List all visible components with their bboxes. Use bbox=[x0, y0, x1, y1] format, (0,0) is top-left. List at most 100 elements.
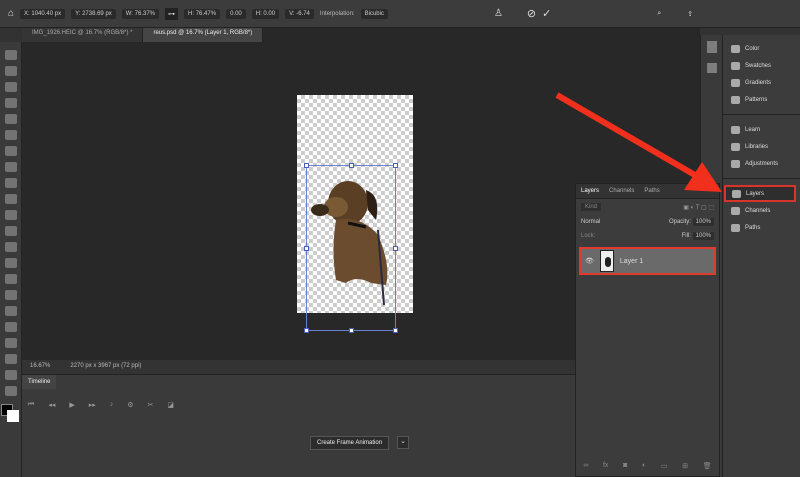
layer-name[interactable]: Layer 1 bbox=[620, 258, 643, 265]
stamp-tool-icon[interactable] bbox=[4, 194, 17, 204]
angle-field[interactable]: 0.00 bbox=[226, 8, 246, 19]
create-frame-animation-button[interactable]: Create Frame Animation bbox=[310, 436, 390, 450]
link-layers-icon[interactable]: ∞ bbox=[583, 462, 588, 470]
group-icon[interactable]: ▭ bbox=[661, 462, 668, 470]
previous-frame-icon[interactable]: ◂◂ bbox=[48, 401, 55, 409]
marquee-tool-icon[interactable] bbox=[4, 66, 17, 76]
opacity-field[interactable]: 100% bbox=[692, 218, 714, 226]
history-icon[interactable] bbox=[706, 63, 717, 73]
filter-icons[interactable]: ▣ ◐ T ▢ ⬚ bbox=[683, 204, 714, 211]
chevron-down-icon[interactable]: ⌄ bbox=[397, 436, 409, 449]
home-icon[interactable]: ⌂ bbox=[8, 8, 14, 19]
zoom-level[interactable]: 16.67% bbox=[30, 363, 50, 371]
panel-color[interactable]: Color bbox=[723, 40, 800, 57]
eyedropper-tool-icon[interactable] bbox=[4, 146, 17, 156]
crop-tool-icon[interactable] bbox=[4, 114, 17, 124]
warp-icon[interactable]: ♙ bbox=[494, 8, 503, 19]
link-icon[interactable]: ⊶ bbox=[165, 7, 179, 20]
panel-swatches[interactable]: Swatches bbox=[723, 57, 800, 74]
tab-channels[interactable]: Channels bbox=[609, 188, 634, 194]
width-field[interactable]: W: 76.37% bbox=[121, 8, 160, 19]
new-layer-icon[interactable]: ⊞ bbox=[682, 462, 688, 470]
transform-handle[interactable] bbox=[304, 328, 309, 333]
patterns-icon bbox=[731, 95, 740, 104]
eraser-tool-icon[interactable] bbox=[4, 226, 17, 236]
healing-tool-icon[interactable] bbox=[4, 162, 17, 172]
frame-tool-icon[interactable] bbox=[4, 130, 17, 140]
commit-check-icon[interactable]: ✓ bbox=[542, 7, 551, 20]
height-field[interactable]: H: 76.47% bbox=[184, 8, 221, 19]
properties-icon[interactable] bbox=[706, 41, 717, 53]
panel-gradients[interactable]: Gradients bbox=[723, 74, 800, 91]
adjustment-layer-icon[interactable]: ◐ bbox=[642, 462, 646, 470]
transform-handle[interactable] bbox=[349, 163, 354, 168]
side-panels: Color Swatches Gradients Patterns Learn … bbox=[722, 35, 800, 477]
hand-tool-icon[interactable] bbox=[4, 354, 17, 364]
transform-handle[interactable] bbox=[393, 163, 398, 168]
panel-learn[interactable]: Learn bbox=[723, 121, 800, 138]
tab-img-heic[interactable]: IMG_1926.HEIC @ 16.7% (RGB/8*) * bbox=[22, 28, 144, 42]
panel-layers[interactable]: Layers bbox=[724, 185, 796, 202]
cancel-icon[interactable]: ⊘ bbox=[527, 7, 536, 20]
transform-handle[interactable] bbox=[349, 328, 354, 333]
path-selection-tool-icon[interactable] bbox=[4, 322, 17, 332]
hskew-field[interactable]: H: 0.00 bbox=[251, 8, 280, 19]
transform-handle[interactable] bbox=[304, 246, 309, 251]
tab-layers[interactable]: Layers bbox=[581, 188, 599, 194]
settings-icon[interactable]: ⚙ bbox=[127, 401, 133, 409]
blend-mode-select[interactable]: Normal bbox=[581, 219, 600, 225]
search-icon[interactable]: ⌕ bbox=[657, 10, 661, 18]
first-frame-icon[interactable]: ⏮ bbox=[28, 401, 34, 409]
libraries-icon bbox=[731, 142, 740, 151]
transform-handle[interactable] bbox=[304, 163, 309, 168]
fx-icon[interactable]: fx bbox=[603, 462, 608, 470]
trash-icon[interactable]: 🗑 bbox=[703, 462, 712, 470]
layer-thumbnail bbox=[599, 250, 614, 272]
share-icon[interactable]: ⇪ bbox=[687, 10, 693, 18]
visibility-eye-icon[interactable]: 👁 bbox=[585, 257, 594, 265]
timeline-panel: Timeline ⏮ ◂◂ ▶ ▸▸ ♪ ⚙ ✂ ◪ Create Frame … bbox=[22, 374, 575, 477]
transform-handle[interactable] bbox=[393, 328, 398, 333]
shape-tool-icon[interactable] bbox=[4, 338, 17, 348]
tools-panel bbox=[0, 42, 22, 477]
tab-reus-psd[interactable]: reus.psd @ 16.7% (Layer 1, RGB/8*) bbox=[143, 28, 264, 42]
transition-icon[interactable]: ◪ bbox=[167, 401, 174, 409]
color-swatches[interactable] bbox=[0, 402, 21, 426]
timeline-controls: ⏮ ◂◂ ▶ ▸▸ ♪ ⚙ ✂ ◪ bbox=[28, 401, 174, 409]
gradient-tool-icon[interactable] bbox=[4, 242, 17, 252]
pen-tool-icon[interactable] bbox=[4, 290, 17, 300]
timeline-tab[interactable]: Timeline bbox=[22, 375, 57, 389]
more-tools-icon[interactable] bbox=[4, 386, 17, 396]
layer-row[interactable]: 👁 Layer 1 bbox=[579, 247, 716, 275]
split-icon[interactable]: ✂ bbox=[148, 401, 154, 409]
y-field[interactable]: Y: 2738.69 px bbox=[71, 8, 116, 19]
blur-tool-icon[interactable] bbox=[4, 258, 17, 268]
vskew-field[interactable]: V: -6.74 bbox=[285, 8, 314, 19]
brush-tool-icon[interactable] bbox=[4, 178, 17, 188]
move-tool-icon[interactable] bbox=[4, 50, 17, 60]
interpolation-label: Interpolation: bbox=[319, 10, 355, 17]
magic-wand-tool-icon[interactable] bbox=[4, 98, 17, 108]
type-tool-icon[interactable] bbox=[4, 306, 17, 316]
mask-icon[interactable]: ◙ bbox=[623, 462, 627, 470]
history-brush-tool-icon[interactable] bbox=[4, 210, 17, 220]
panel-patterns[interactable]: Patterns bbox=[723, 91, 800, 108]
tab-paths[interactable]: Paths bbox=[644, 188, 659, 194]
audio-icon[interactable]: ♪ bbox=[110, 401, 114, 409]
zoom-tool-icon[interactable] bbox=[4, 370, 17, 380]
next-frame-icon[interactable]: ▸▸ bbox=[89, 401, 96, 409]
lasso-tool-icon[interactable] bbox=[4, 82, 17, 92]
play-icon[interactable]: ▶ bbox=[69, 401, 74, 409]
color-icon bbox=[731, 44, 740, 53]
panel-channels[interactable]: Channels bbox=[723, 202, 800, 219]
transform-handle[interactable] bbox=[393, 246, 398, 251]
fill-field[interactable]: 100% bbox=[692, 232, 714, 240]
panel-adjustments[interactable]: Adjustments bbox=[723, 155, 800, 172]
panel-libraries[interactable]: Libraries bbox=[723, 138, 800, 155]
interpolation-select[interactable]: Bicubic bbox=[360, 8, 388, 19]
dodge-tool-icon[interactable] bbox=[4, 274, 17, 284]
x-field[interactable]: X: 1040.40 px bbox=[20, 8, 66, 19]
panel-paths[interactable]: Paths bbox=[723, 219, 800, 236]
filter-kind[interactable]: Kind bbox=[581, 203, 602, 211]
transform-bounding-box[interactable] bbox=[304, 163, 398, 333]
